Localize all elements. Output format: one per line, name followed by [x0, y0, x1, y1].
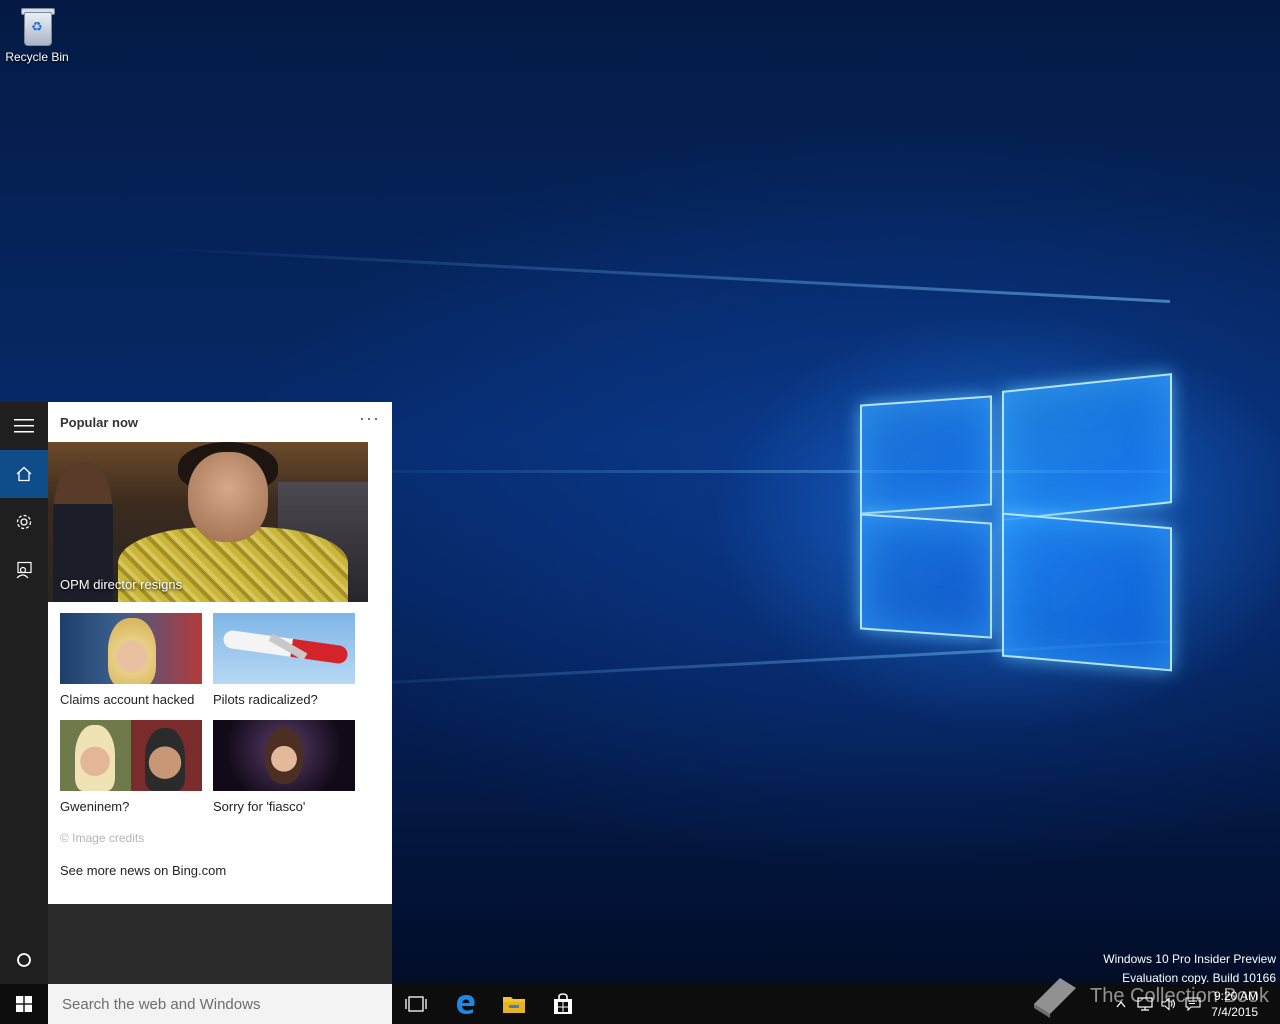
- file-explorer-button[interactable]: [490, 984, 538, 1024]
- home-icon: [16, 466, 32, 482]
- news-thumbnail: [213, 613, 355, 684]
- panel-title: Popular now: [60, 415, 138, 430]
- hero-caption: OPM director resigns: [60, 577, 183, 592]
- image-credits-link[interactable]: © Image credits: [60, 831, 144, 845]
- brand-watermark: The Collection Book: [1030, 974, 1269, 1018]
- store-button[interactable]: [539, 984, 587, 1024]
- recycle-bin-icon: ♻: [20, 6, 55, 46]
- store-icon: [554, 993, 572, 1014]
- windows-logo-pane: [1002, 512, 1172, 672]
- cortana-button[interactable]: [0, 936, 48, 984]
- hamburger-menu-icon: [14, 419, 34, 433]
- search-input[interactable]: [60, 994, 384, 1014]
- light-beam: [151, 246, 1171, 303]
- news-tile[interactable]: Gweninem?: [60, 720, 202, 814]
- news-caption: Pilots radicalized?: [213, 692, 318, 707]
- cortana-rail: [0, 402, 48, 984]
- news-caption: Gweninem?: [60, 799, 130, 814]
- windows-logo-pane: [860, 395, 992, 515]
- hero-news-card[interactable]: OPM director resigns: [48, 442, 368, 602]
- feedback-button[interactable]: [0, 546, 48, 594]
- task-view-button[interactable]: [392, 984, 440, 1024]
- cortana-panel: Popular now ··· OPM director resigns Cla…: [48, 402, 392, 904]
- cortana-circle-icon: [17, 953, 31, 967]
- edge-icon: [457, 995, 475, 1014]
- news-caption: Claims account hacked: [60, 692, 195, 707]
- desktop-icon-recycle-bin[interactable]: ♻ Recycle Bin: [4, 6, 70, 64]
- brand-text: The Collection Book: [1090, 984, 1269, 1007]
- news-caption: Sorry for 'fiasco': [213, 799, 306, 814]
- task-view-icon: [405, 996, 427, 1012]
- settings-button[interactable]: [0, 498, 48, 546]
- news-tile[interactable]: Pilots radicalized?: [213, 613, 355, 707]
- start-button[interactable]: [0, 984, 48, 1024]
- hamburger-menu-button[interactable]: [0, 402, 48, 450]
- news-thumbnail: [60, 720, 202, 791]
- cortana-panel-footer: [48, 904, 392, 984]
- edge-button[interactable]: [442, 984, 490, 1024]
- feedback-icon: [16, 561, 32, 579]
- news-thumbnail: [213, 720, 355, 791]
- more-options-button[interactable]: ···: [359, 408, 380, 429]
- news-tile[interactable]: Claims account hacked: [60, 613, 202, 707]
- windows-logo-pane: [860, 513, 992, 639]
- home-button[interactable]: [0, 450, 48, 498]
- windows-start-icon: [16, 996, 32, 1012]
- file-explorer-icon: [503, 997, 525, 1013]
- windows-logo-pane: [1002, 373, 1172, 521]
- taskbar-search[interactable]: [48, 984, 392, 1024]
- news-tile[interactable]: Sorry for 'fiasco': [213, 720, 355, 814]
- watermark-line: Windows 10 Pro Insider Preview: [1103, 952, 1276, 966]
- book-logo-icon: [1034, 978, 1076, 1018]
- gear-icon: [16, 514, 32, 530]
- see-more-news-link[interactable]: See more news on Bing.com: [60, 863, 226, 878]
- news-thumbnail: [60, 613, 202, 684]
- desktop-icon-label: Recycle Bin: [5, 50, 69, 64]
